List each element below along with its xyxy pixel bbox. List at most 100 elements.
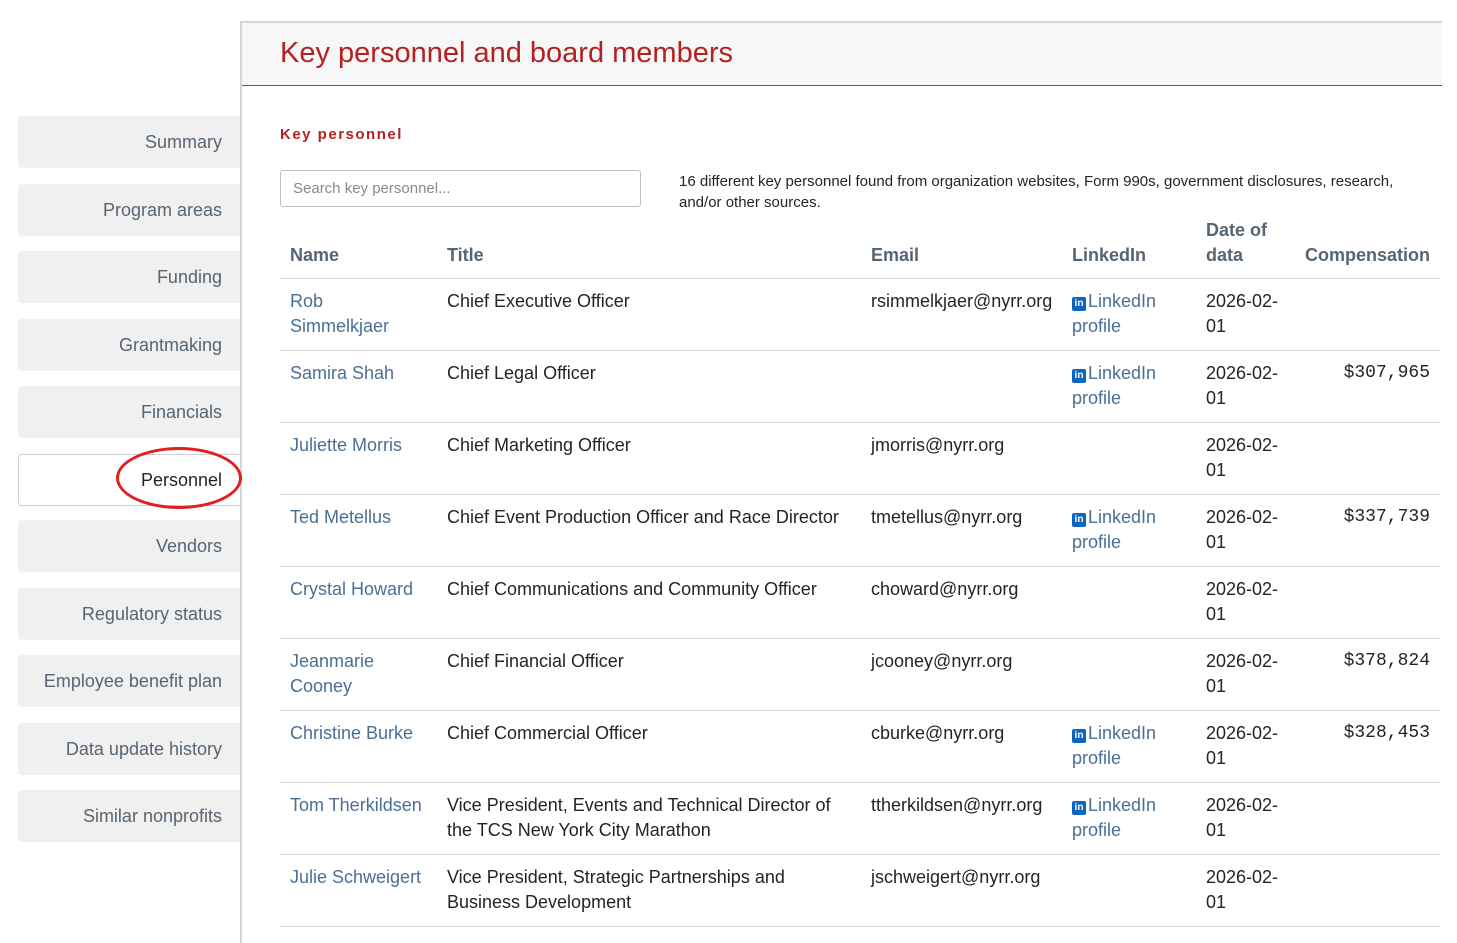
- cell-name: Julie Schweigert: [280, 854, 437, 927]
- column-header-title[interactable]: Title: [437, 216, 861, 279]
- cell-compensation: [1294, 422, 1440, 495]
- column-header-name[interactable]: Name: [280, 216, 437, 279]
- cell-compensation: [1294, 278, 1440, 351]
- sidebar-item-label: Personnel: [140, 469, 222, 490]
- cell-date: 2026-02-01: [1196, 350, 1294, 423]
- cell-email: jcooney@nyrr.org: [861, 638, 1062, 711]
- cell-name-text[interactable]: Samira Shah: [290, 363, 394, 383]
- cell-title: Chief Communications and Community Offic…: [437, 566, 861, 639]
- cell-date-text: 2026-02-01: [1206, 650, 1279, 696]
- cell-email-text: choward@nyrr.org: [871, 578, 1019, 599]
- linkedin-icon: in: [1072, 368, 1086, 383]
- table-header-row: Name Title Email LinkedIn Date of data C…: [280, 216, 1440, 279]
- cell-linkedin: [1062, 854, 1196, 927]
- cell-name: Crystal Howard: [280, 566, 437, 639]
- sidebar-item-vendors[interactable]: Vendors: [18, 520, 242, 572]
- sidebar-item-funding[interactable]: Funding: [18, 251, 242, 303]
- cell-title-text: Chief Legal Officer: [447, 362, 596, 383]
- cell-linkedin: in LinkedIn profile: [1062, 782, 1196, 855]
- cell-email-text: jcooney@nyrr.org: [871, 650, 1013, 671]
- column-header-linkedin[interactable]: LinkedIn: [1062, 216, 1196, 279]
- cell-title-text: Chief Commercial Officer: [447, 722, 648, 743]
- cell-name-text[interactable]: Tom Therkildsen: [290, 795, 422, 815]
- linkedin-icon: in: [1072, 512, 1086, 527]
- sidebar-item-label: Financials: [140, 401, 222, 422]
- cell-title-text: Chief Communications and Community Offic…: [447, 578, 817, 599]
- cell-date-text: 2026-02-01: [1206, 290, 1279, 336]
- cell-email: cburke@nyrr.org: [861, 710, 1062, 783]
- cell-date-text: 2026-02-01: [1206, 362, 1279, 408]
- cell-name-text[interactable]: Christine Burke: [290, 723, 413, 743]
- cell-name: Juliette Morris: [280, 422, 437, 495]
- linkedin-profile-link[interactable]: in LinkedIn profile: [1072, 795, 1156, 840]
- cell-linkedin: in LinkedIn profile: [1062, 710, 1196, 783]
- cell-title: Chief Event Production Officer and Race …: [437, 494, 861, 567]
- cell-email-text: jschweigert@nyrr.org: [871, 866, 1041, 887]
- linkedin-profile-link[interactable]: in LinkedIn profile: [1072, 291, 1156, 336]
- cell-name-text[interactable]: Crystal Howard: [290, 579, 413, 599]
- cell-title: Chief Financial Officer: [437, 638, 861, 711]
- cell-title-text: Chief Event Production Officer and Race …: [447, 506, 839, 527]
- cell-linkedin: [1062, 422, 1196, 495]
- sidebar-item-label: Similar nonprofits: [82, 805, 222, 826]
- column-header-date[interactable]: Date of data: [1196, 216, 1294, 279]
- linkedin-profile-link[interactable]: in LinkedIn profile: [1072, 507, 1156, 552]
- column-header-email[interactable]: Email: [861, 216, 1062, 279]
- sidebar-item-label: Employee benefit plan: [43, 670, 222, 691]
- table-row: Christine Burke Chief Commercial Officer c…: [280, 710, 1440, 783]
- sidebar-item-grantmaking[interactable]: Grantmaking: [18, 319, 242, 371]
- table-row: Juliette Morris Chief Marketing Officer jm…: [280, 422, 1440, 495]
- sidebar-item-regulatory-status[interactable]: Regulatory status: [18, 588, 242, 640]
- sidebar-item-similar-nonprofits[interactable]: Similar nonprofits: [18, 790, 242, 842]
- linkedin-icon: in: [1072, 728, 1086, 743]
- cell-name-text[interactable]: Jeanmarie Cooney: [290, 651, 374, 696]
- cell-email-text: jmorris@nyrr.org: [871, 434, 1005, 455]
- sidebar-item-employee-benefit-plan[interactable]: Employee benefit plan: [18, 655, 242, 707]
- cell-name-text[interactable]: Rob Simmelkjaer: [290, 291, 389, 336]
- sidebar-item-personnel[interactable]: Personnel: [18, 454, 242, 506]
- cell-date: 2026-02-01: [1196, 566, 1294, 639]
- linkedin-profile-link[interactable]: in LinkedIn profile: [1072, 363, 1156, 408]
- sidebar-item-label: Summary: [144, 131, 222, 152]
- cell-name: Tom Therkildsen: [280, 782, 437, 855]
- sidebar-item-data-update-history[interactable]: Data update history: [18, 723, 242, 775]
- search-input[interactable]: [280, 170, 641, 207]
- cell-title: Chief Marketing Officer: [437, 422, 861, 495]
- cell-name-text[interactable]: Ted Metellus: [290, 507, 391, 527]
- cell-compensation-text: $378,824: [1343, 650, 1430, 671]
- cell-email-text: tmetellus@nyrr.org: [871, 506, 1023, 527]
- cell-compensation: [1294, 782, 1440, 855]
- cell-email: [861, 350, 1062, 423]
- table-row: Ted Metellus Chief Event Production Offic…: [280, 494, 1440, 567]
- cell-title: Chief Executive Officer: [437, 278, 861, 351]
- cell-date-text: 2026-02-01: [1206, 506, 1279, 552]
- column-header-compensation[interactable]: Compensation: [1294, 216, 1440, 279]
- sidebar-item-financials[interactable]: Financials: [18, 386, 242, 438]
- cell-email: jschweigert@nyrr.org: [861, 854, 1062, 927]
- results-summary: 16 different key personnel found from or…: [679, 173, 1394, 211]
- sidebar-item-program-areas[interactable]: Program areas: [18, 184, 242, 236]
- cell-linkedin: in LinkedIn profile: [1062, 494, 1196, 567]
- linkedin-icon: in: [1072, 800, 1086, 815]
- panel-header: Key personnel and board members: [242, 23, 1442, 86]
- cell-name-text[interactable]: Julie Schweigert: [290, 867, 421, 887]
- cell-name: Rob Simmelkjaer: [280, 278, 437, 351]
- linkedin-profile-link[interactable]: in LinkedIn profile: [1072, 723, 1156, 768]
- cell-email: rsimmelkjaer@nyrr.org: [861, 278, 1062, 351]
- cell-title: Chief Commercial Officer: [437, 710, 861, 783]
- cell-title: Chief Legal Officer: [437, 350, 861, 423]
- cell-title: Vice President, Events and Technical Dir…: [437, 782, 861, 855]
- cell-name-text[interactable]: Juliette Morris: [290, 435, 402, 455]
- cell-compensation: $378,824: [1294, 638, 1440, 711]
- sidebar-item-label: Regulatory status: [81, 603, 222, 624]
- cell-date-text: 2026-02-01: [1206, 794, 1279, 840]
- sidebar-item-summary[interactable]: Summary: [18, 116, 242, 168]
- cell-name: Jeanmarie Cooney: [280, 638, 437, 711]
- cell-date-text: 2026-02-01: [1206, 722, 1279, 768]
- cell-name: Christine Burke: [280, 710, 437, 783]
- cell-date: 2026-02-01: [1196, 278, 1294, 351]
- cell-date: 2026-02-01: [1196, 494, 1294, 567]
- sidebar-item-label: Vendors: [155, 535, 222, 556]
- sidebar-item-label: Grantmaking: [118, 334, 222, 355]
- cell-title-text: Chief Financial Officer: [447, 650, 624, 671]
